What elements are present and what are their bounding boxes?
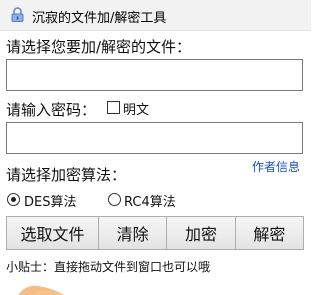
des-radio-label[interactable]: DES算法 — [24, 191, 76, 210]
tip-text: 小贴士：直接拖动文件到窗口也可以哦 — [6, 260, 211, 274]
des-radio[interactable] — [7, 193, 20, 206]
decorative-blob — [18, 285, 64, 295]
file-label: 请选择您要加/解密的文件： — [6, 38, 192, 56]
algorithm-label: 请选择加密算法： — [6, 166, 127, 184]
decrypt-button[interactable]: 解密 — [234, 216, 305, 250]
select-file-button[interactable]: 选取文件 — [6, 216, 99, 250]
password-input[interactable] — [6, 122, 303, 154]
title-bar[interactable]: 沉寂的文件加/解密工具 — [0, 0, 311, 31]
rc4-radio[interactable] — [108, 193, 121, 206]
padlock-icon — [11, 7, 24, 22]
action-buttons: 选取文件 清除 加密 解密 — [6, 216, 305, 250]
window-title: 沉寂的文件加/解密工具 — [32, 11, 167, 26]
rc4-radio-label[interactable]: RC4算法 — [124, 191, 176, 210]
clear-button[interactable]: 清除 — [97, 216, 168, 250]
author-info-link[interactable]: 作者信息 — [252, 158, 300, 175]
password-label: 请输入密码： — [6, 101, 97, 119]
encrypt-button[interactable]: 加密 — [166, 216, 236, 250]
show-plain-label: 明文 — [123, 103, 150, 118]
file-path-input[interactable] — [6, 59, 303, 91]
show-plain-checkbox[interactable] — [107, 101, 120, 114]
